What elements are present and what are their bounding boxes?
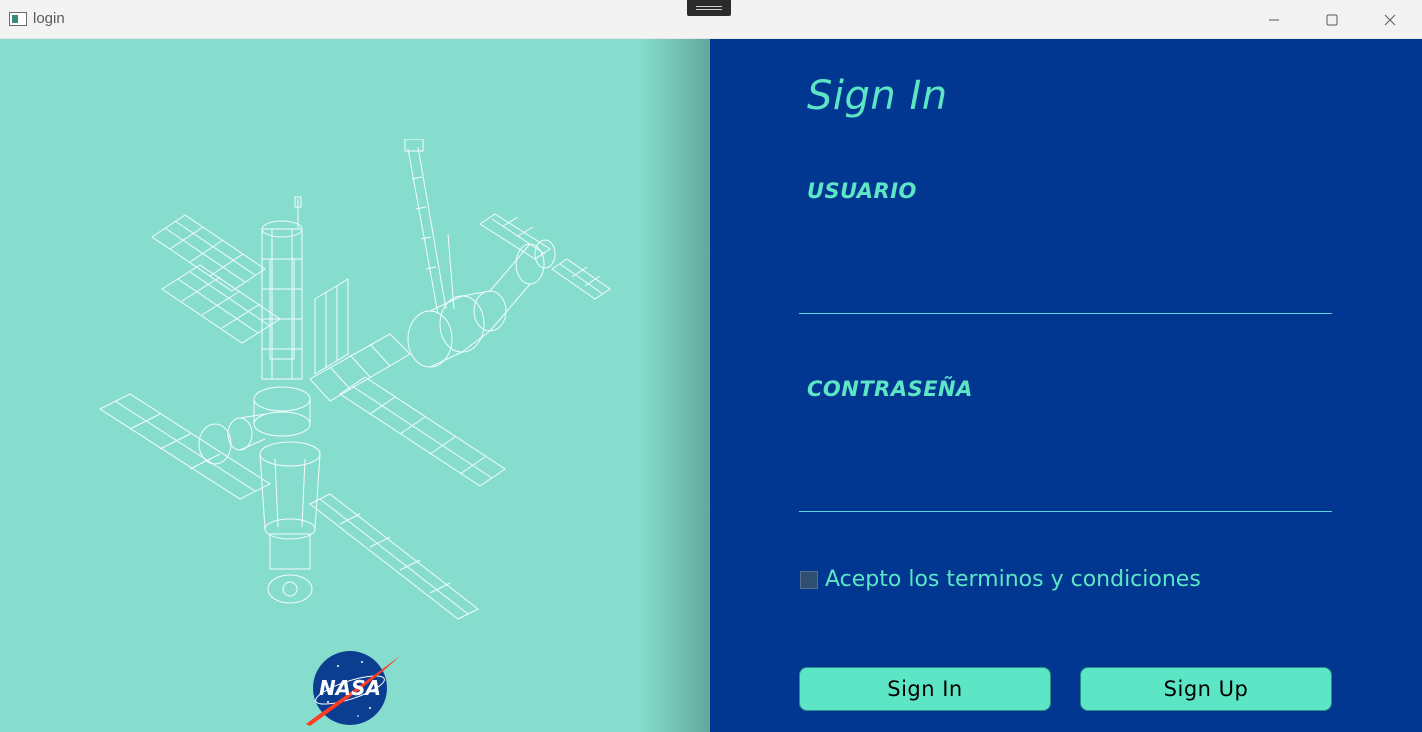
terms-row[interactable]: Acepto los terminos y condiciones [800,567,1201,592]
minimize-button[interactable] [1245,0,1303,39]
password-label: CONTRASEÑA [807,377,973,401]
drag-handle[interactable] [687,0,731,16]
close-icon [1384,14,1396,25]
maximize-icon [1326,14,1338,25]
page-title: Sign In [807,73,948,119]
username-input[interactable] [799,274,1332,314]
password-input[interactable] [799,472,1332,512]
username-label: USUARIO [807,179,917,203]
illustration-panel: NASA [0,39,710,732]
maximize-button[interactable] [1303,0,1361,39]
svg-text:NASA: NASA [319,676,381,700]
window-title: login [33,10,65,27]
title-bar[interactable]: login [0,0,1422,39]
close-button[interactable] [1361,0,1419,39]
nasa-logo: NASA [306,651,400,726]
sign-up-button[interactable]: Sign Up [1080,667,1332,711]
minimize-icon [1269,19,1279,20]
panel-shadow [640,39,710,732]
terms-checkbox[interactable] [800,570,818,589]
app-window-icon [9,12,27,26]
sign-in-button[interactable]: Sign In [799,667,1051,711]
terms-label[interactable]: Acepto los terminos y condiciones [825,567,1201,592]
login-form-panel: Sign In USUARIO CONTRASEÑA Acepto los te… [710,39,1422,732]
space-station-icon [98,139,611,620]
